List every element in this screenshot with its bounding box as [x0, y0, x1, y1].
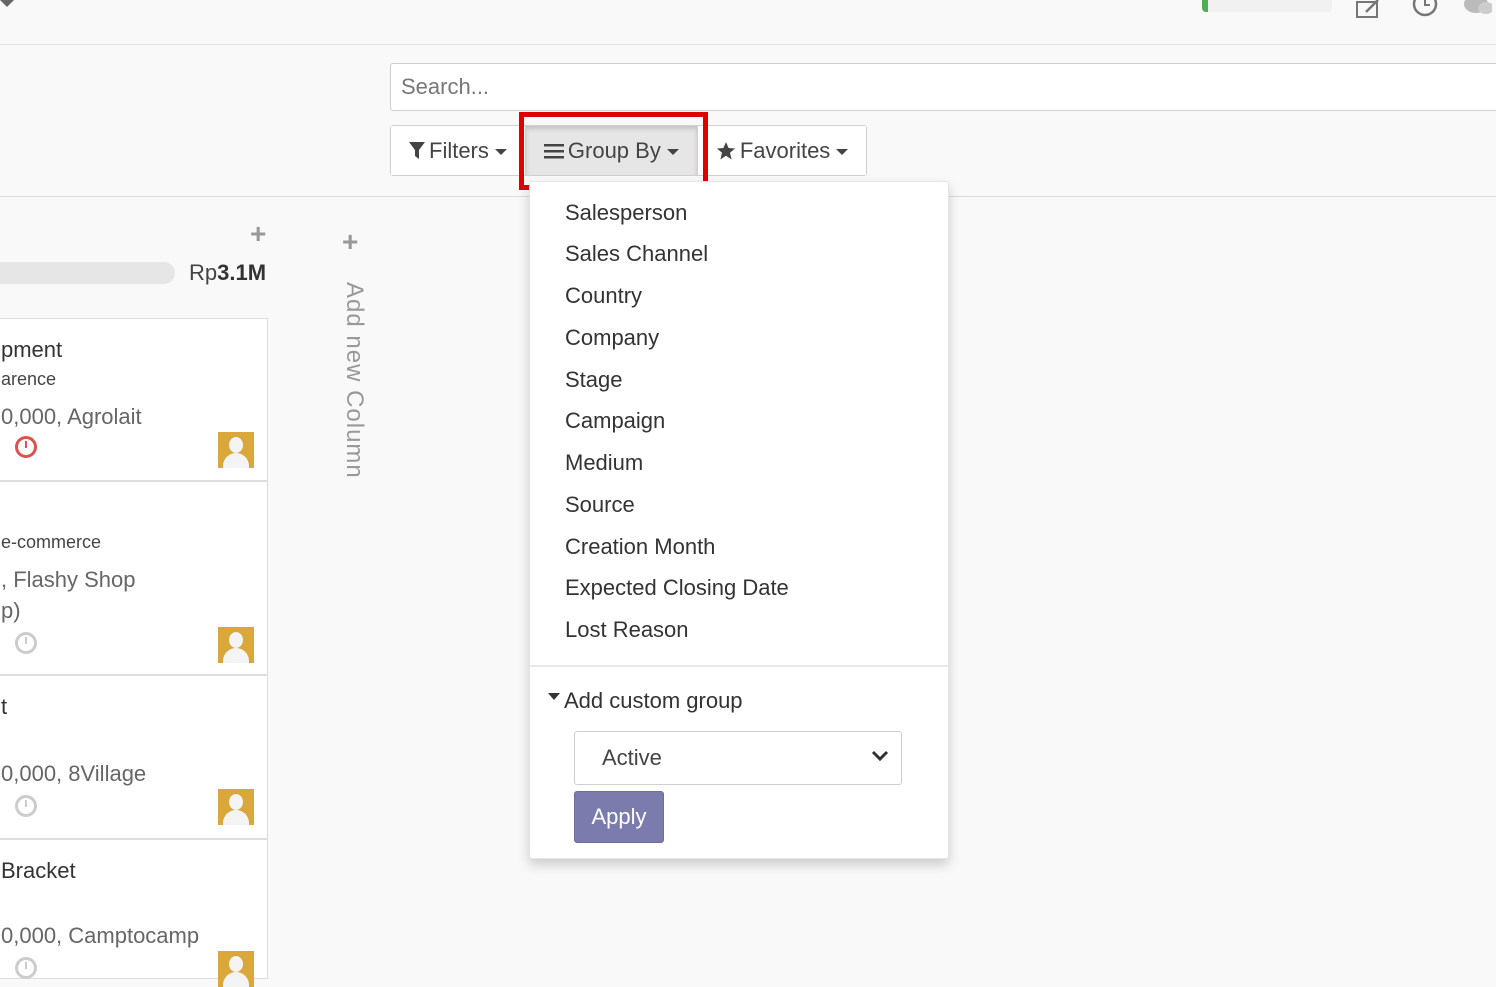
- column-quick-create-icon[interactable]: +: [250, 218, 266, 250]
- group-by-option[interactable]: Expected Closing Date: [565, 575, 789, 601]
- card-detail: 0,000, Camptocamp: [1, 923, 200, 948]
- kanban-card[interactable]: pment arence 0,000, Agrolait: [0, 318, 268, 481]
- edit-icon[interactable]: [1354, 0, 1384, 18]
- chevron-down-icon: [494, 149, 507, 155]
- activity-clock-icon[interactable]: [1410, 0, 1440, 18]
- group-by-option[interactable]: Sales Channel: [565, 241, 708, 267]
- clock-icon[interactable]: [15, 957, 37, 979]
- group-by-option[interactable]: Medium: [565, 450, 643, 476]
- chevron-down-icon: [666, 149, 679, 155]
- card-title: t: [1, 694, 8, 719]
- card-title: Bracket: [1, 858, 76, 883]
- kanban-card[interactable]: Bracket 0,000, Camptocamp: [0, 839, 268, 987]
- menu-caret-icon[interactable]: [0, 0, 14, 7]
- add-custom-group-toggle[interactable]: Add custom group: [548, 688, 743, 714]
- chevron-down-icon: [836, 149, 849, 155]
- chevron-down-icon: [871, 750, 889, 762]
- messages-icon[interactable]: [1462, 0, 1492, 18]
- group-by-button[interactable]: Group By: [524, 126, 698, 175]
- filter-icon: [409, 141, 425, 159]
- avatar: [218, 789, 254, 825]
- group-by-label: Group By: [567, 137, 661, 163]
- kanban-card[interactable]: t 0,000, 8Village: [0, 675, 268, 839]
- avatar: [218, 951, 254, 987]
- custom-group-select[interactable]: Active: [574, 731, 902, 785]
- column-progress-bar: [0, 262, 175, 284]
- top-navbar: [0, 0, 1496, 45]
- apply-button[interactable]: Apply: [574, 791, 664, 843]
- clock-icon[interactable]: [15, 436, 37, 458]
- add-column-plus-icon[interactable]: +: [342, 226, 358, 258]
- filters-button[interactable]: Filters: [391, 126, 525, 175]
- group-by-option[interactable]: Salesperson: [565, 200, 687, 226]
- caret-down-icon: [548, 692, 560, 700]
- card-detail: 0,000, 8Village: [1, 761, 147, 786]
- group-by-option[interactable]: Source: [565, 492, 635, 518]
- favorites-button[interactable]: Favorites: [697, 126, 867, 175]
- card-detail: , Flashy Shop: [1, 567, 136, 592]
- bars-icon: [543, 143, 564, 158]
- group-by-option[interactable]: Creation Month: [565, 534, 715, 560]
- filters-label: Filters: [429, 137, 489, 163]
- card-detail: 0,000, Agrolait: [1, 404, 142, 429]
- group-by-option[interactable]: Country: [565, 283, 642, 309]
- kanban-card[interactable]: e-commerce , Flashy Shop p): [0, 481, 268, 675]
- add-custom-group-label: Add custom group: [564, 688, 743, 713]
- avatar: [218, 432, 254, 468]
- card-tag: e-commerce: [1, 532, 102, 552]
- card-tag: arence: [1, 369, 57, 389]
- column-total: Rp3.1M: [189, 260, 267, 285]
- avatar: [218, 627, 254, 663]
- search-options-buttons: Filters Group By Favorites: [390, 125, 868, 176]
- card-detail-2: p): [1, 598, 21, 623]
- dropdown-divider: [530, 665, 948, 667]
- card-title: pment: [1, 337, 63, 362]
- group-by-option[interactable]: Campaign: [565, 408, 665, 434]
- favorites-label: Favorites: [739, 137, 831, 163]
- group-by-option[interactable]: Stage: [565, 367, 623, 393]
- clock-icon[interactable]: [15, 795, 37, 817]
- group-by-option[interactable]: Lost Reason: [565, 617, 689, 643]
- status-indicator: [1202, 0, 1332, 12]
- clock-icon[interactable]: [15, 632, 37, 654]
- star-icon: [716, 141, 735, 159]
- group-by-option[interactable]: Company: [565, 325, 659, 351]
- group-by-dropdown: Salesperson Sales Channel Country Compan…: [529, 181, 949, 859]
- custom-group-selected-value: Active: [602, 745, 662, 770]
- add-new-column[interactable]: Add new Column: [340, 282, 368, 479]
- search-input[interactable]: [390, 63, 1496, 111]
